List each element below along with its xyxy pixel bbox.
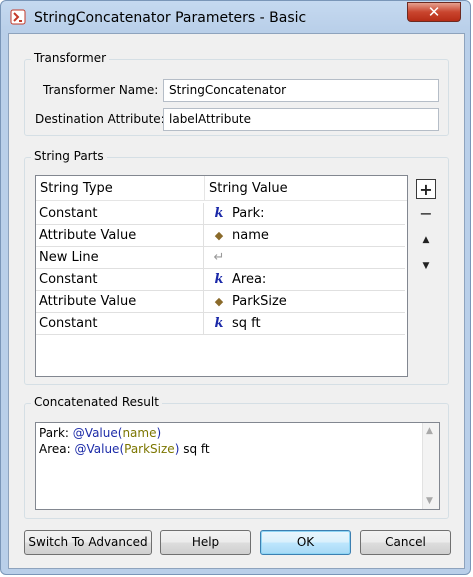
result-scrollbar[interactable]: ▲ ▼ <box>422 423 439 509</box>
function-text: @Value( <box>74 442 125 456</box>
arrow-down-icon: ▼ <box>422 261 430 271</box>
string-type-cell[interactable]: Constant <box>36 313 204 334</box>
newline-icon: ↵ <box>213 250 225 265</box>
table-row[interactable]: Attribute Value ◆ ParkSize <box>36 291 405 313</box>
table-row[interactable]: Constant k sq ft <box>36 313 405 335</box>
column-header-string-value[interactable]: String Value <box>205 176 407 201</box>
destination-attribute-label: Destination Attribute: <box>35 112 165 126</box>
string-value-cell[interactable]: k Park: <box>205 203 405 224</box>
attribute-arg-text: name <box>122 426 157 440</box>
string-type-cell[interactable]: Attribute Value <box>36 225 204 246</box>
string-value-text: Park: <box>232 206 265 221</box>
string-type-cell[interactable]: Constant <box>36 269 204 290</box>
transformer-group: Transformer Transformer Name: StringConc… <box>24 51 449 136</box>
cancel-button[interactable]: Cancel <box>360 530 451 555</box>
string-value-cell[interactable]: ↵ <box>205 247 405 268</box>
result-group-title: Concatenated Result <box>31 395 162 409</box>
move-down-button[interactable]: ▼ <box>416 257 436 277</box>
app-icon <box>10 9 26 25</box>
help-button[interactable]: Help <box>160 530 251 555</box>
transformer-name-field[interactable]: StringConcatenator <box>163 79 439 102</box>
transformer-name-label: Transformer Name: <box>43 83 159 97</box>
string-type-cell[interactable]: Constant <box>36 203 204 224</box>
close-icon: ✕ <box>427 3 441 21</box>
string-value-text: sq ft <box>232 316 261 331</box>
string-type-cell[interactable]: Attribute Value <box>36 291 204 312</box>
switch-to-advanced-button[interactable]: Switch To Advanced <box>24 530 152 555</box>
string-value-cell[interactable]: ◆ ParkSize <box>205 291 405 312</box>
string-parts-table: String Type String Value Constant k Park:… <box>35 175 408 377</box>
string-value-text: ParkSize <box>232 294 287 309</box>
dialog-window: StringConcatenator Parameters - Basic ✕ … <box>0 0 471 575</box>
table-row[interactable]: Attribute Value ◆ name <box>36 225 405 247</box>
minus-icon: − <box>419 204 433 223</box>
title-bar[interactable]: StringConcatenator Parameters - Basic ✕ <box>1 1 470 33</box>
ok-button[interactable]: OK <box>260 530 351 555</box>
transformer-group-title: Transformer <box>31 51 110 65</box>
table-row[interactable]: Constant k Area: <box>36 269 405 291</box>
result-text: sq ft <box>179 442 210 456</box>
arrow-up-icon: ▲ <box>422 235 430 245</box>
constant-icon: k <box>214 316 224 331</box>
attribute-icon: ◆ <box>214 229 224 242</box>
table-row[interactable]: Constant k Park: <box>36 203 405 225</box>
scroll-up-icon[interactable]: ▲ <box>426 426 433 436</box>
move-up-button[interactable]: ▲ <box>416 231 436 251</box>
scroll-down-icon[interactable]: ▼ <box>426 496 433 506</box>
result-text: Park: <box>39 426 73 440</box>
string-parts-group-title: String Parts <box>31 149 107 163</box>
result-line-1: Park: @Value(name) <box>39 426 161 440</box>
destination-attribute-field[interactable]: labelAttribute <box>163 108 439 131</box>
string-value-cell[interactable]: k Area: <box>205 269 405 290</box>
result-text: Area: <box>39 442 75 456</box>
string-value-cell[interactable]: k sq ft <box>205 313 405 334</box>
window-title: StringConcatenator Parameters - Basic <box>34 10 307 26</box>
add-part-button[interactable]: + <box>416 179 436 199</box>
dialog-client-area: Transformer Transformer Name: StringConc… <box>8 33 465 569</box>
string-value-text: name <box>232 228 269 243</box>
attribute-arg-text: ParkSize <box>124 442 175 456</box>
plus-icon: + <box>419 180 433 199</box>
result-textbox[interactable]: Park: @Value(name) Area: @Value(ParkSize… <box>35 422 440 510</box>
remove-part-button[interactable]: − <box>416 204 436 224</box>
column-header-string-type[interactable]: String Type <box>36 176 205 201</box>
result-line-2: Area: @Value(ParkSize) sq ft <box>39 442 210 456</box>
string-value-cell[interactable]: ◆ name <box>205 225 405 246</box>
function-text: @Value( <box>72 426 123 440</box>
string-value-text: Area: <box>232 272 267 287</box>
attribute-icon: ◆ <box>214 295 224 308</box>
table-row[interactable]: New Line ↵ <box>36 247 405 269</box>
function-close-text: ) <box>156 426 162 440</box>
constant-icon: k <box>214 272 224 287</box>
close-button[interactable]: ✕ <box>407 2 461 22</box>
result-group: Concatenated Result Park: @Value(name) A… <box>24 395 449 519</box>
string-type-cell[interactable]: New Line <box>36 247 204 268</box>
string-parts-group: String Parts String Type String Value Co… <box>24 149 449 385</box>
constant-icon: k <box>214 206 224 221</box>
